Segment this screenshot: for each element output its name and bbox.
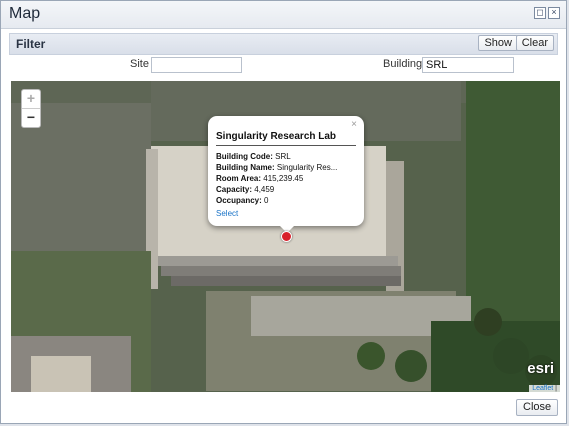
- site-input[interactable]: [151, 57, 242, 73]
- minimize-icon[interactable]: ◻: [534, 7, 546, 19]
- popup-row-building-code: Building Code: SRL: [216, 152, 291, 161]
- map-attribution: Leaflet |: [529, 385, 560, 392]
- popup-divider: [216, 145, 356, 146]
- zoom-out-button[interactable]: −: [22, 109, 40, 127]
- popup-close-icon[interactable]: ×: [351, 119, 357, 130]
- close-icon[interactable]: ×: [548, 7, 560, 19]
- site-label: Site: [130, 58, 149, 70]
- popup-row-capacity: Capacity: 4,459: [216, 185, 275, 194]
- building-label: Building: [383, 58, 423, 70]
- filter-label: Filter: [16, 37, 46, 51]
- filter-bar: Filter Show Clear: [9, 33, 558, 55]
- building-popup: × Singularity Research Lab Building Code…: [208, 116, 364, 233]
- building-marker[interactable]: [281, 231, 292, 242]
- leaflet-link[interactable]: Leaflet: [532, 385, 553, 392]
- popup-title: Singularity Research Lab: [216, 131, 337, 142]
- map-dialog: Map ◻ × Filter Show Clear Site Building …: [0, 0, 567, 424]
- esri-logo: esri: [527, 360, 554, 377]
- popup-row-room-area: Room Area: 415,239.45: [216, 174, 304, 183]
- popup-row-occupancy: Occupancy: 0: [216, 196, 269, 205]
- popup-select-link[interactable]: Select: [216, 209, 238, 218]
- popup-row-building-name: Building Name: Singularity Res...: [216, 163, 338, 172]
- attribution-separator: |: [553, 385, 557, 392]
- zoom-in-button[interactable]: +: [22, 90, 40, 109]
- clear-button[interactable]: Clear: [515, 35, 554, 51]
- map-view[interactable]: + − × Singularity Research Lab Building …: [11, 81, 560, 392]
- building-input[interactable]: SRL: [422, 57, 514, 73]
- title-bar: Map ◻ ×: [1, 1, 566, 29]
- close-button[interactable]: Close: [516, 399, 559, 416]
- window-controls: ◻ ×: [534, 7, 560, 19]
- window-title: Map: [9, 5, 41, 22]
- show-button[interactable]: Show: [478, 35, 518, 51]
- zoom-control: + −: [21, 89, 41, 128]
